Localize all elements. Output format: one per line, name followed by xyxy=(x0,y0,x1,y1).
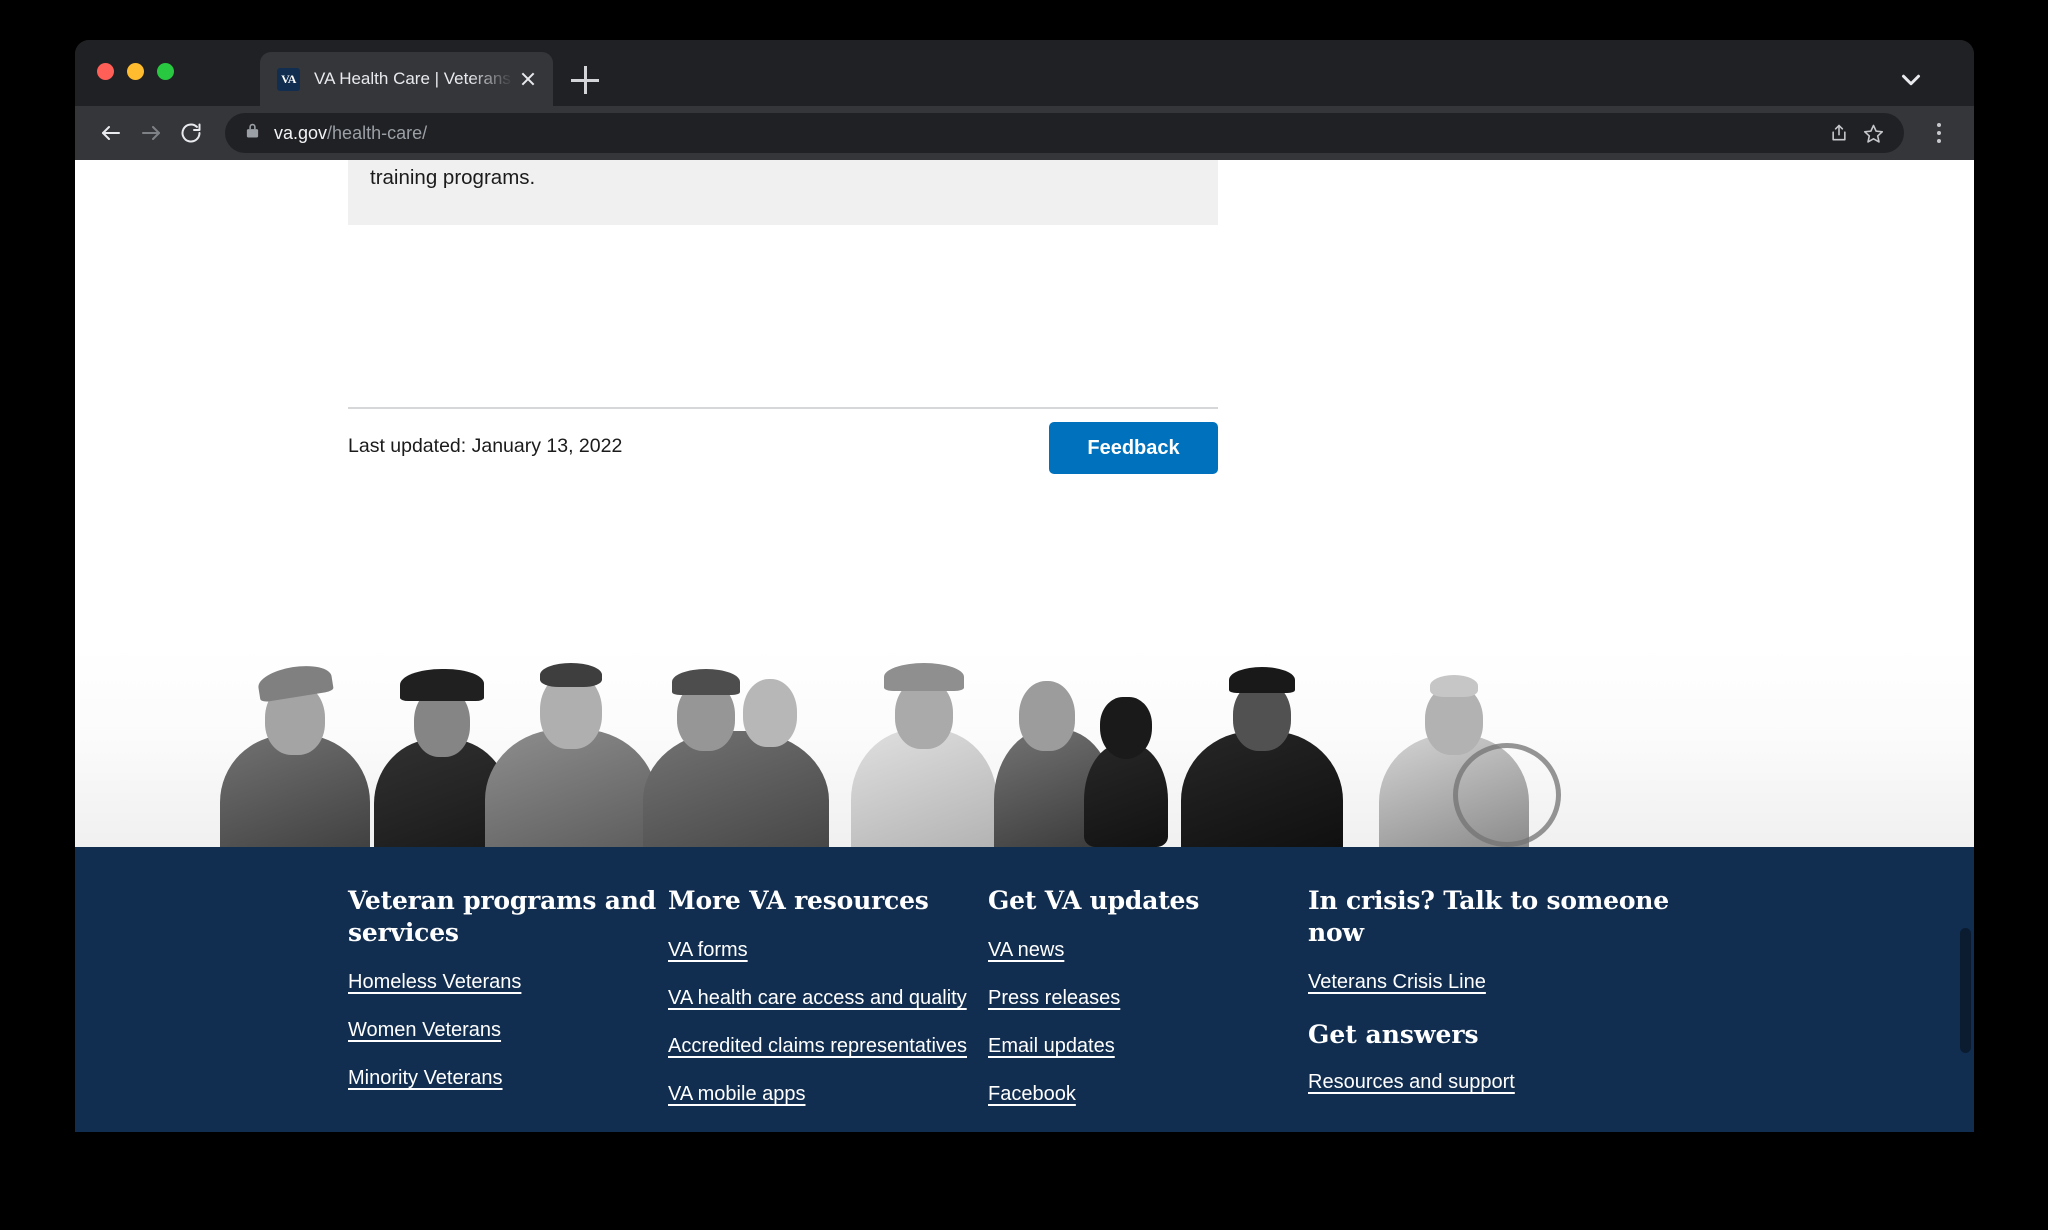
favicon-label: VA xyxy=(281,71,296,86)
address-bar[interactable]: va.gov/health-care/ xyxy=(225,113,1904,153)
benefits-info-card: compensation as a survivor. Education an… xyxy=(348,160,1218,226)
footer-link-list: Homeless Veterans Women Veterans Minorit… xyxy=(348,971,668,1090)
footer-link-list: VA news Press releases Email updates Fac… xyxy=(988,939,1308,1106)
scrollbar-thumb[interactable] xyxy=(1960,928,1971,1053)
footer-link-accredited-claims-representatives[interactable]: Accredited claims representatives xyxy=(668,1035,988,1058)
veteran-figure-8 xyxy=(1361,671,1561,847)
footer-link-women-veterans[interactable]: Women Veterans xyxy=(348,1019,668,1042)
minimize-window-button[interactable] xyxy=(127,63,144,80)
back-icon[interactable] xyxy=(91,113,131,153)
footer-link-facebook[interactable]: Facebook xyxy=(988,1083,1308,1106)
footer-sub-link-list: Resources and support xyxy=(1308,1071,1688,1094)
footer-link-va-health-care-access-and-quality[interactable]: VA health care access and quality xyxy=(668,987,988,1010)
window-controls xyxy=(97,63,174,80)
footer-link-resources-and-support[interactable]: Resources and support xyxy=(1308,1071,1688,1094)
divider xyxy=(348,407,1218,409)
footer-link-va-forms[interactable]: VA forms xyxy=(668,939,988,962)
browser-toolbar: va.gov/health-care/ xyxy=(75,106,1974,160)
url-path: /health-care/ xyxy=(327,122,428,143)
footer-subheading-get-answers: Get answers xyxy=(1308,1020,1479,1049)
footer-link-press-releases[interactable]: Press releases xyxy=(988,987,1308,1010)
footer-column-veteran-programs: Veteran programs and services Homeless V… xyxy=(348,885,668,1131)
footer-link-va-news[interactable]: VA news xyxy=(988,939,1308,962)
footer-column-get-va-updates: Get VA updates VA news Press releases Em… xyxy=(988,885,1308,1131)
star-icon[interactable] xyxy=(1856,116,1890,150)
three-dot-menu-icon[interactable] xyxy=(1922,113,1956,153)
footer-column-more-va-resources: More VA resources VA forms VA health car… xyxy=(668,885,988,1131)
tab-title: VA Health Care | Veterans Affai xyxy=(314,69,513,88)
veteran-figure-5 xyxy=(849,663,999,847)
footer-link-va-mobile-apps[interactable]: VA mobile apps xyxy=(668,1083,988,1106)
veterans-photo-banner xyxy=(75,647,1974,847)
reload-icon[interactable] xyxy=(171,113,211,153)
browser-window: VA VA Health Care | Veterans Affai xyxy=(75,40,1974,1132)
education-description-text: Apply for and manage GI Bill and other e… xyxy=(370,165,536,189)
browser-tab-va-health-care[interactable]: VA VA Health Care | Veterans Affai xyxy=(260,52,553,106)
url-host: va.gov xyxy=(274,122,328,143)
feedback-button[interactable]: Feedback xyxy=(1049,422,1218,474)
last-updated-text: Last updated: January 13, 2022 xyxy=(348,435,623,457)
veteran-figure-1 xyxy=(215,661,375,847)
footer-link-email-updates[interactable]: Email updates xyxy=(988,1035,1308,1058)
veteran-figure-7 xyxy=(1179,667,1345,847)
footer-link-list: VA forms VA health care access and quali… xyxy=(668,939,988,1106)
footer-link-homeless-veterans[interactable]: Homeless Veterans xyxy=(348,971,668,994)
maximize-window-button[interactable] xyxy=(157,63,174,80)
site-footer: Veteran programs and services Homeless V… xyxy=(75,847,1974,1132)
url-text: va.gov/health-care/ xyxy=(274,123,1822,144)
plus-icon[interactable] xyxy=(571,66,599,94)
veteran-figure-3 xyxy=(483,663,659,847)
share-icon[interactable] xyxy=(1822,116,1856,150)
page-scrollbar[interactable] xyxy=(1956,160,1974,1132)
va-favicon-icon: VA xyxy=(277,67,300,91)
footer-heading: Veteran programs and services xyxy=(348,886,656,947)
footer-link-veterans-crisis-line[interactable]: Veterans Crisis Line xyxy=(1308,971,1688,994)
veteran-figure-6-with-dog xyxy=(993,667,1173,847)
footer-link-list: Veterans Crisis Line xyxy=(1308,971,1688,994)
footer-heading: In crisis? Talk to someone now xyxy=(1308,886,1669,947)
veteran-figure-4-couple xyxy=(641,669,831,847)
footer-link-minority-veterans[interactable]: Minority Veterans xyxy=(348,1067,668,1090)
chevron-down-icon[interactable] xyxy=(1896,65,1926,95)
lock-icon xyxy=(245,122,260,144)
footer-heading: Get VA updates xyxy=(988,886,1200,915)
footer-columns: Veteran programs and services Homeless V… xyxy=(348,885,1914,1131)
close-window-button[interactable] xyxy=(97,63,114,80)
forward-icon[interactable] xyxy=(131,113,171,153)
tab-strip: VA VA Health Care | Veterans Affai xyxy=(75,40,1974,106)
close-icon[interactable] xyxy=(515,66,541,92)
footer-heading: More VA resources xyxy=(668,886,929,915)
page-viewport: compensation as a survivor. Education an… xyxy=(75,160,1974,1132)
footer-column-in-crisis: In crisis? Talk to someone now Veterans … xyxy=(1308,885,1688,1131)
